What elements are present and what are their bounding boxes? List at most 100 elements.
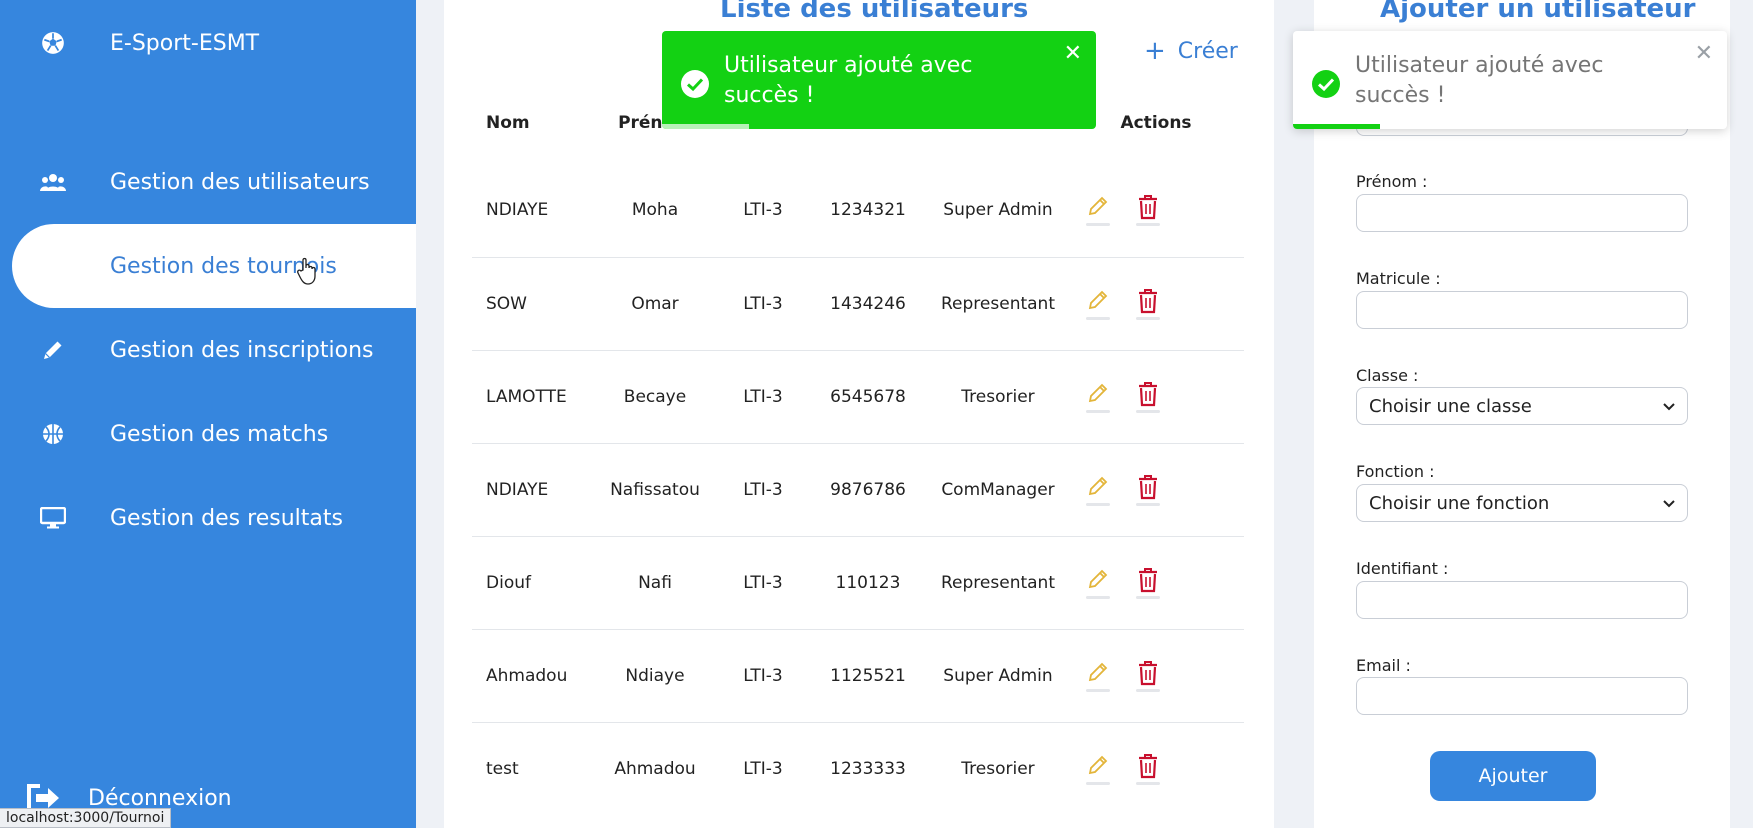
brand-name: E-Sport-ESMT: [110, 30, 260, 56]
sidebar-item-label: Gestion des resultats: [110, 505, 343, 531]
delete-icon[interactable]: [1134, 474, 1162, 506]
edit-icon[interactable]: [1084, 474, 1112, 506]
table-row: test Ahmadou LTI-3 1233333 Tresorier: [472, 722, 1244, 815]
edit-icon[interactable]: [1084, 381, 1112, 413]
edit-icon[interactable]: [1084, 567, 1112, 599]
toast-progress-bar: [662, 124, 749, 129]
cell-matricule: 1233333: [830, 758, 906, 779]
table-row: SOW Omar LTI-3 1434246 Representant: [472, 257, 1244, 351]
email-field[interactable]: [1356, 677, 1688, 715]
cell-classe: LTI-3: [718, 536, 808, 630]
sidebar-item-matchs[interactable]: Gestion des matchs: [0, 392, 416, 476]
monitor-icon: [40, 505, 66, 531]
success-toast[interactable]: Utilisateur ajouté avec succès ! ✕: [1293, 31, 1727, 129]
cell-prenom: Ahmadou: [614, 758, 696, 779]
cell-classe: LTI-3: [718, 164, 808, 258]
sidebar-item-label: Gestion des matchs: [110, 421, 329, 447]
close-icon[interactable]: ✕: [1695, 41, 1713, 66]
cell-matricule: 110123: [808, 536, 928, 630]
basketball-icon: [40, 421, 66, 447]
cell-nom: Ahmadou: [472, 629, 592, 723]
create-user-button[interactable]: + Créer: [1144, 36, 1238, 66]
cell-prenom: Nafissatou: [592, 443, 718, 537]
chevron-down-icon: [1663, 500, 1675, 508]
identifiant-label: Identifiant :: [1356, 559, 1449, 578]
success-toast[interactable]: Utilisateur ajouté avec succès ! ✕: [662, 31, 1096, 129]
brand[interactable]: E-Sport-ESMT: [40, 30, 259, 56]
delete-icon[interactable]: [1134, 194, 1162, 227]
hand-cursor-icon: [297, 257, 316, 285]
cell-actions: [1068, 257, 1244, 351]
toast-message: Utilisateur ajouté avec succès !: [724, 53, 973, 108]
prenom-field[interactable]: [1356, 194, 1688, 232]
cell-fonction: Representant: [928, 536, 1068, 630]
cell-fonction: ComManager: [928, 443, 1068, 537]
edit-icon[interactable]: [1084, 288, 1112, 320]
fonction-select[interactable]: Choisir une fonction: [1356, 484, 1688, 522]
pencil-icon: [40, 337, 66, 363]
cell-nom: test: [486, 758, 519, 779]
cell-fonction: Tresorier: [961, 758, 1035, 779]
cell-classe: LTI-3: [718, 257, 808, 351]
cell-actions: [1068, 443, 1244, 537]
edit-icon[interactable]: [1084, 753, 1112, 785]
fonction-label: Fonction :: [1356, 462, 1435, 481]
cell-matricule: 9876786: [808, 443, 928, 537]
identifiant-field[interactable]: [1356, 581, 1688, 619]
table-row: NDIAYE Moha LTI-3 1234321 Super Admin: [472, 164, 1244, 258]
cell-nom: NDIAYE: [472, 164, 592, 258]
cell-actions: [1068, 350, 1244, 444]
delete-icon[interactable]: [1134, 288, 1162, 320]
form-title: Ajouter un utilisateur: [1380, 0, 1696, 24]
edit-icon[interactable]: [1084, 660, 1112, 692]
cell-fonction: Tresorier: [928, 350, 1068, 444]
table-row: Diouf Nafi LTI-3 110123 Representant: [472, 536, 1244, 630]
sidebar-item-utilisateurs[interactable]: Gestion des utilisateurs: [0, 140, 416, 224]
cell-actions: [1068, 629, 1244, 723]
delete-icon[interactable]: [1134, 753, 1162, 785]
cell-actions: [1068, 164, 1244, 258]
sidebar: E-Sport-ESMT Gestion des utilisateurs Ge…: [0, 0, 416, 828]
column-header-nom: Nom: [486, 113, 530, 133]
check-circle-icon: [1312, 70, 1340, 98]
sidebar-item-resultats[interactable]: Gestion des resultats: [0, 476, 416, 560]
delete-icon[interactable]: [1134, 567, 1162, 599]
toast-message: Utilisateur ajouté avec succès !: [1355, 53, 1604, 108]
cell-nom: SOW: [472, 257, 592, 351]
sidebar-item-label: Gestion des utilisateurs: [110, 169, 370, 195]
ajouter-button[interactable]: Ajouter: [1430, 751, 1596, 801]
classe-label: Classe :: [1356, 366, 1419, 385]
cell-nom: LAMOTTE: [472, 350, 592, 444]
soccer-ball-icon: [42, 32, 64, 54]
plus-icon: +: [1144, 36, 1166, 66]
matricule-label: Matricule :: [1356, 269, 1441, 288]
email-label: Email :: [1356, 656, 1411, 675]
close-icon[interactable]: ✕: [1064, 41, 1082, 66]
cell-actions: [1068, 536, 1244, 630]
prenom-label: Prénom :: [1356, 172, 1428, 191]
table-row: NDIAYE Nafissatou LTI-3 9876786 ComManager: [472, 443, 1244, 537]
cell-fonction: Representant: [928, 257, 1068, 351]
cell-classe: LTI-3: [718, 350, 808, 444]
sidebar-item-tournois[interactable]: Gestion des tournois: [12, 224, 416, 308]
matricule-field[interactable]: [1356, 291, 1688, 329]
create-label: Créer: [1177, 38, 1238, 64]
cell-nom: NDIAYE: [472, 443, 592, 537]
toast-progress-bar: [1293, 124, 1380, 129]
cell-matricule: 6545678: [808, 350, 928, 444]
cell-classe: LTI-3: [718, 629, 808, 723]
cell-matricule: 1434246: [808, 257, 928, 351]
cell-prenom: Nafi: [592, 536, 718, 630]
classe-select-value: Choisir une classe: [1369, 395, 1532, 417]
classe-select[interactable]: Choisir une classe: [1356, 387, 1688, 425]
cell-prenom: Becaye: [592, 350, 718, 444]
page-title: Liste des utilisateurs: [720, 0, 1029, 24]
users-icon: [40, 169, 66, 195]
sidebar-item-label: Gestion des inscriptions: [110, 337, 374, 363]
fonction-select-value: Choisir une fonction: [1369, 492, 1550, 514]
sidebar-item-inscriptions[interactable]: Gestion des inscriptions: [0, 308, 416, 392]
edit-icon[interactable]: [1084, 194, 1112, 227]
cell-fonction: Super Admin: [928, 164, 1068, 258]
delete-icon[interactable]: [1134, 381, 1162, 413]
delete-icon[interactable]: [1134, 660, 1162, 692]
